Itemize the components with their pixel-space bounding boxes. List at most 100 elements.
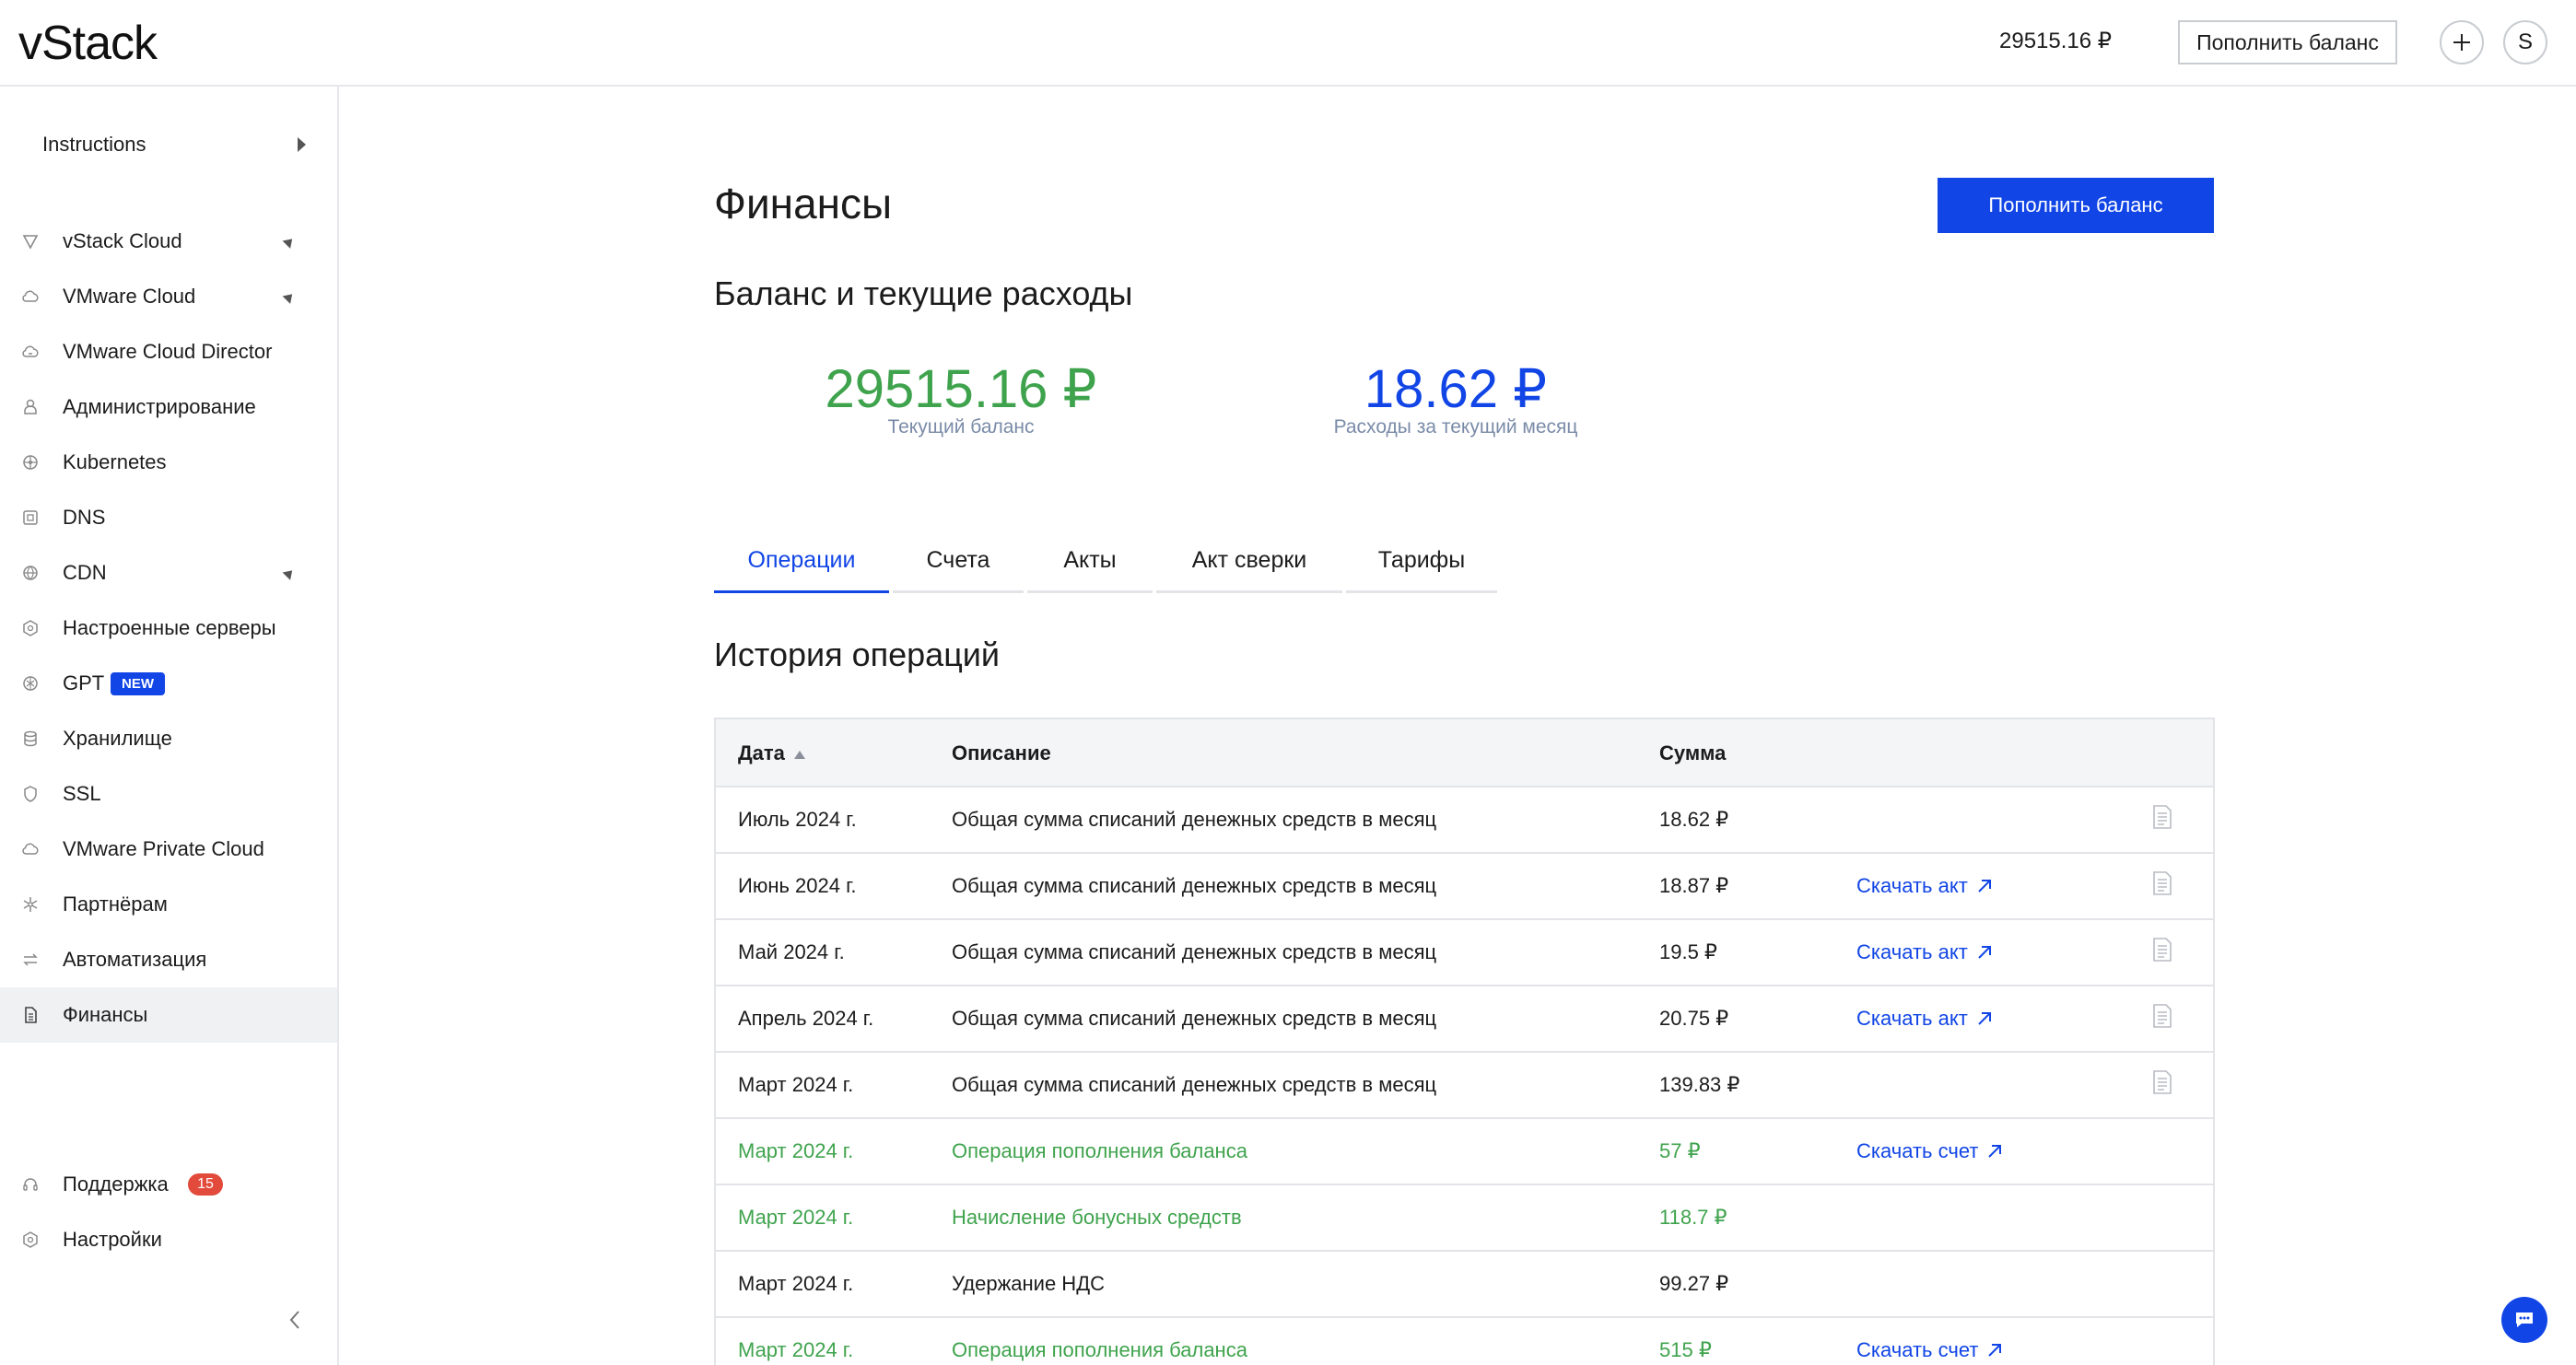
vstack-logo[interactable]: vStack (18, 13, 203, 72)
support-count-badge: 15 (188, 1173, 223, 1196)
row-sum: 118.7 ₽ (1659, 1206, 1727, 1229)
operations-table: Дата Описание Сумма Июль 2024 г. Общая су… (714, 718, 2215, 1365)
sidebar-item-dns[interactable]: DNS (0, 490, 337, 545)
chat-bubble-icon[interactable] (2501, 1297, 2547, 1343)
tab-acts[interactable]: Акты (1027, 531, 1153, 593)
sidebar-item-vmware-private-cloud[interactable]: VMware Private Cloud (0, 822, 337, 877)
sidebar-item-cdn[interactable]: CDN (0, 545, 337, 601)
topup-balance-button[interactable]: Пополнить баланс (1938, 178, 2214, 233)
download-link[interactable]: Скачать акт (1856, 874, 1994, 898)
top-header: vStack 29515.16 ₽ Пополнить баланс S (0, 0, 2576, 87)
sidebar-item-vstack-cloud[interactable]: vStack Cloud (0, 214, 337, 269)
row-sum: 18.87 ₽ (1659, 874, 1729, 897)
dns-icon (20, 508, 41, 528)
chevron-up-icon (282, 566, 297, 580)
sidebar-item-label: vStack Cloud (63, 229, 182, 252)
avatar[interactable]: S (2503, 20, 2547, 64)
download-link[interactable]: Скачать акт (1856, 940, 1994, 964)
sidebar-item-automation[interactable]: Автоматизация (0, 932, 337, 987)
sidebar-item-ssl[interactable]: SSL (0, 766, 337, 822)
row-description: Операция пополнения баланса (952, 1139, 1247, 1162)
gpt-icon (20, 673, 41, 694)
download-link[interactable]: Скачать акт (1856, 1007, 1994, 1031)
external-link-icon (1978, 946, 1991, 959)
table-row: Июнь 2024 г. Общая сумма списаний денежны… (716, 854, 2213, 920)
row-date: Май 2024 г. (738, 940, 845, 963)
table-header: Дата Описание Сумма (716, 719, 2213, 788)
sidebar-item-configured-servers[interactable]: Настроенные серверы (0, 601, 337, 656)
sidebar-item-kubernetes[interactable]: Kubernetes (0, 435, 337, 490)
monthly-spend-value: 18.62 ₽ (1364, 359, 1548, 419)
balance-section-title: Баланс и текущие расходы (714, 274, 1133, 312)
row-sum: 19.5 ₽ (1659, 940, 1717, 963)
table-row: Май 2024 г. Общая сумма списаний денежных… (716, 920, 2213, 986)
private-cloud-icon (20, 839, 41, 859)
sidebar-item-label: VMware Cloud (63, 285, 196, 308)
row-date: Март 2024 г. (738, 1272, 854, 1295)
cloud-icon (20, 286, 41, 307)
column-sum-header: Сумма (1659, 741, 1727, 764)
download-link-label: Скачать акт (1856, 1007, 1968, 1030)
sidebar-instructions[interactable]: Instructions (20, 125, 311, 164)
database-icon (20, 729, 41, 749)
row-date: Март 2024 г. (738, 1206, 854, 1229)
sidebar-item-vmware-cloud-director[interactable]: VMware Cloud Director (0, 324, 337, 379)
tab-reconciliation[interactable]: Акт сверки (1156, 531, 1342, 593)
sidebar-item-gpt[interactable]: GPT NEW (0, 656, 337, 711)
sidebar-item-label: VMware Private Cloud (63, 837, 264, 860)
document-icon[interactable] (2151, 1069, 2173, 1101)
sidebar-instructions-label: Instructions (42, 133, 146, 156)
row-date: Март 2024 г. (738, 1073, 854, 1096)
external-link-icon (1988, 1344, 2002, 1357)
sidebar-item-label: VMware Cloud Director (63, 340, 273, 363)
sidebar-item-vmware-cloud[interactable]: VMware Cloud (0, 269, 337, 324)
tab-operations[interactable]: Операции (714, 531, 889, 593)
row-description: Общая сумма списаний денежных средств в … (952, 874, 1437, 897)
sidebar-item-administration[interactable]: Администрирование (0, 379, 337, 435)
sidebar-item-finance[interactable]: Финансы (0, 987, 337, 1043)
table-row: Март 2024 г. Начисление бонусных средств 1… (716, 1185, 2213, 1252)
table-row: Март 2024 г. Общая сумма списаний денежны… (716, 1053, 2213, 1119)
chevron-right-icon (298, 137, 306, 152)
history-title: История операций (714, 636, 1001, 673)
sidebar-item-label: Хранилище (63, 727, 172, 750)
sidebar-item-label: Настройки (63, 1228, 162, 1251)
table-row: Март 2024 г. Удержание НДС 99.27 ₽ (716, 1252, 2213, 1318)
chevron-up-icon (282, 289, 297, 304)
tab-invoices[interactable]: Счета (893, 531, 1024, 593)
row-date: Апрель 2024 г. (738, 1007, 874, 1030)
header-balance: 29515.16 ₽ (1999, 29, 2113, 53)
row-description: Начисление бонусных средств (952, 1206, 1242, 1229)
row-description: Общая сумма списаний денежных средств в … (952, 1007, 1437, 1030)
collapse-sidebar-icon[interactable] (286, 1308, 304, 1338)
sidebar-item-partners[interactable]: Партнёрам (0, 877, 337, 932)
kubernetes-icon (20, 452, 41, 472)
document-icon[interactable] (2151, 804, 2173, 835)
document-icon[interactable] (2151, 937, 2173, 968)
automation-icon (20, 950, 41, 970)
header-topup-button[interactable]: Пополнить баланс (2178, 20, 2397, 64)
row-sum: 99.27 ₽ (1659, 1272, 1729, 1295)
cloud-director-icon (20, 342, 41, 362)
document-icon[interactable] (2151, 1003, 2173, 1034)
sidebar-item-label: Поддержка (63, 1172, 169, 1196)
sidebar-item-label: SSL (63, 782, 101, 805)
current-balance-value: 29515.16 ₽ (825, 359, 1097, 419)
plus-icon[interactable] (2440, 20, 2484, 64)
svg-text:vStack: vStack (18, 17, 158, 70)
tab-tariffs[interactable]: Тарифы (1346, 531, 1497, 593)
row-description: Операция пополнения баланса (952, 1338, 1247, 1361)
sidebar-item-support[interactable]: Поддержка 15 (0, 1157, 337, 1212)
download-link[interactable]: Скачать счет (1856, 1139, 2004, 1163)
sidebar-item-settings[interactable]: Настройки (0, 1212, 337, 1267)
row-sum: 139.83 ₽ (1659, 1073, 1740, 1096)
document-icon[interactable] (2151, 870, 2173, 902)
table-row: Март 2024 г. Операция пополнения баланса 5… (716, 1318, 2213, 1365)
table-row: Апрель 2024 г. Общая сумма списаний денеж… (716, 986, 2213, 1053)
download-link-label: Скачать счет (1856, 1338, 1979, 1361)
row-description: Удержание НДС (952, 1272, 1105, 1295)
sidebar-item-storage[interactable]: Хранилище (0, 711, 337, 766)
column-date-header[interactable]: Дата (738, 741, 805, 765)
sidebar-item-label: Kubernetes (63, 450, 167, 473)
download-link[interactable]: Скачать счет (1856, 1338, 2004, 1362)
